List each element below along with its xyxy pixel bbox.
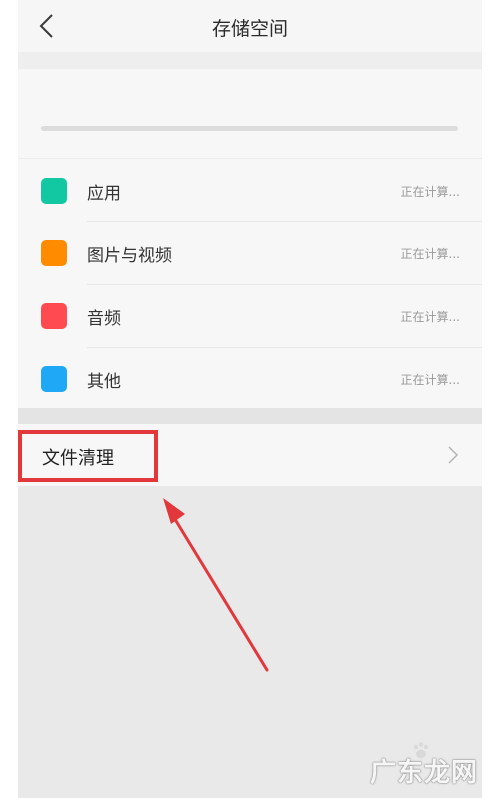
- category-label: 其他: [87, 372, 121, 392]
- header: 存储空间: [18, 0, 482, 52]
- category-status: 正在计算...: [400, 373, 460, 387]
- category-status: 正在计算...: [400, 247, 460, 261]
- arrow-annotation: [163, 498, 269, 672]
- chevron-right-icon: [448, 446, 459, 464]
- color-swatch: [41, 240, 67, 266]
- category-row-audio[interactable]: 音频 正在计算...: [18, 284, 482, 347]
- section-gap: [18, 408, 482, 424]
- category-row-photos-videos[interactable]: 图片与视频 正在计算...: [18, 221, 482, 284]
- category-status: 正在计算...: [400, 185, 460, 199]
- category-label: 图片与视频: [87, 246, 172, 266]
- category-row-other[interactable]: 其他 正在计算...: [18, 347, 482, 410]
- storage-panel: 应用 正在计算... 图片与视频 正在计算... 音频 正在计算... 其他 正…: [18, 69, 482, 408]
- category-status: 正在计算...: [400, 310, 460, 324]
- category-row-apps[interactable]: 应用 正在计算...: [18, 158, 482, 221]
- page-title: 存储空间: [211, 18, 288, 40]
- color-swatch: [41, 178, 67, 204]
- storage-usage-bar: [41, 126, 458, 131]
- color-swatch: [41, 303, 67, 329]
- highlight-box: [18, 430, 158, 482]
- storage-screen: 存储空间 应用 正在计算... 图片与视频 正在计算... 音频 正在计算...: [18, 0, 482, 798]
- category-label: 应用: [87, 184, 121, 204]
- category-list: 应用 正在计算... 图片与视频 正在计算... 音频 正在计算... 其他 正…: [18, 158, 482, 410]
- watermark-text: 广东龙网: [370, 758, 479, 788]
- section-gap: [18, 52, 482, 69]
- category-label: 音频: [87, 309, 121, 329]
- color-swatch: [41, 366, 67, 392]
